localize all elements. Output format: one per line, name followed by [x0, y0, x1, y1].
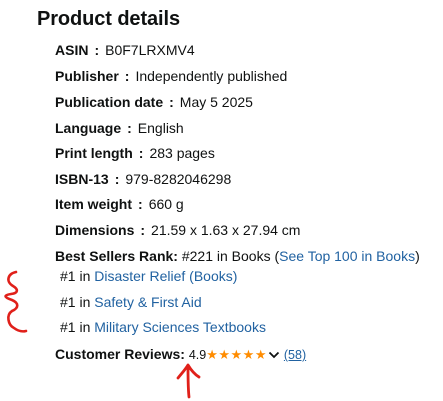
- detail-label: Publisher: [55, 68, 119, 84]
- category-link-disaster-relief[interactable]: Disaster Relief (Books): [94, 268, 237, 284]
- detail-asin: ASIN: B0F7LRXMV4: [55, 41, 195, 59]
- detail-label: Language: [55, 120, 122, 136]
- sub-rank-text: #1 in: [60, 319, 95, 335]
- detail-value: 21.59 x 1.63 x 27.94 cm: [151, 222, 301, 238]
- sub-rank-3: #1 in Military Sciences Textbooks: [60, 318, 266, 336]
- chevron-down-icon[interactable]: [268, 350, 280, 360]
- detail-value: 283 pages: [149, 145, 215, 161]
- detail-item-weight: Item weight:660 g: [55, 195, 184, 213]
- detail-value: May 5 2025: [179, 94, 253, 110]
- detail-print-length: Print length:283 pages: [55, 144, 215, 162]
- best-sellers-rank: Best Sellers Rank: #221 in Books (See To…: [55, 247, 420, 265]
- detail-language: Language: English: [55, 119, 184, 137]
- detail-label: Print length: [55, 145, 133, 161]
- colon: :: [169, 94, 174, 110]
- star-rating-icon[interactable]: ★★★★★: [206, 347, 267, 362]
- detail-value: 660 g: [148, 196, 184, 212]
- colon: :: [138, 145, 144, 161]
- see-top-100-link[interactable]: See Top 100 in Books: [279, 248, 415, 264]
- sub-rank-text: #1 in: [60, 294, 95, 310]
- detail-label: Publication date: [55, 94, 164, 110]
- colon: :: [94, 42, 100, 58]
- review-count-link[interactable]: (58): [284, 348, 306, 362]
- detail-publication-date: Publication date: May 5 2025: [55, 93, 253, 111]
- detail-value: B0F7LRXMV4: [105, 42, 195, 58]
- customer-reviews-label: Customer Reviews:: [55, 346, 185, 362]
- detail-isbn13: ISBN-13:979-8282046298: [55, 170, 231, 188]
- colon: :: [138, 196, 143, 212]
- colon: :: [124, 68, 130, 84]
- best-sellers-label: Best Sellers Rank:: [55, 248, 178, 264]
- detail-label: Dimensions: [55, 222, 135, 238]
- colon: :: [140, 222, 146, 238]
- handwritten-brace: [4, 270, 28, 333]
- detail-dimensions: Dimensions:21.59 x 1.63 x 27.94 cm: [55, 221, 300, 239]
- colon: :: [127, 120, 132, 136]
- detail-label: ASIN: [55, 42, 89, 58]
- close-paren: ): [415, 248, 420, 264]
- sub-rank-1: #1 in Disaster Relief (Books): [60, 267, 237, 285]
- sub-rank-2: #1 in Safety & First Aid: [60, 293, 202, 311]
- rating-value[interactable]: 4.9: [189, 348, 206, 362]
- handwritten-arrow: [176, 363, 201, 399]
- section-title: Product details: [37, 8, 180, 30]
- customer-reviews: Customer Reviews: 4.9★★★★★ (58): [55, 345, 306, 364]
- category-link-military-sciences[interactable]: Military Sciences Textbooks: [94, 319, 266, 335]
- detail-value: English: [137, 120, 184, 136]
- sub-rank-text: #1 in: [60, 268, 95, 284]
- category-link-safety-first-aid[interactable]: Safety & First Aid: [94, 294, 201, 310]
- detail-value: 979-8282046298: [125, 171, 232, 187]
- detail-label: Item weight: [55, 196, 133, 212]
- detail-value: Independently published: [135, 68, 288, 84]
- main-rank-text: #221 in Books (: [181, 248, 280, 264]
- detail-label: ISBN-13: [55, 171, 109, 187]
- colon: :: [114, 171, 120, 187]
- detail-publisher: Publisher: Independently published: [55, 67, 287, 85]
